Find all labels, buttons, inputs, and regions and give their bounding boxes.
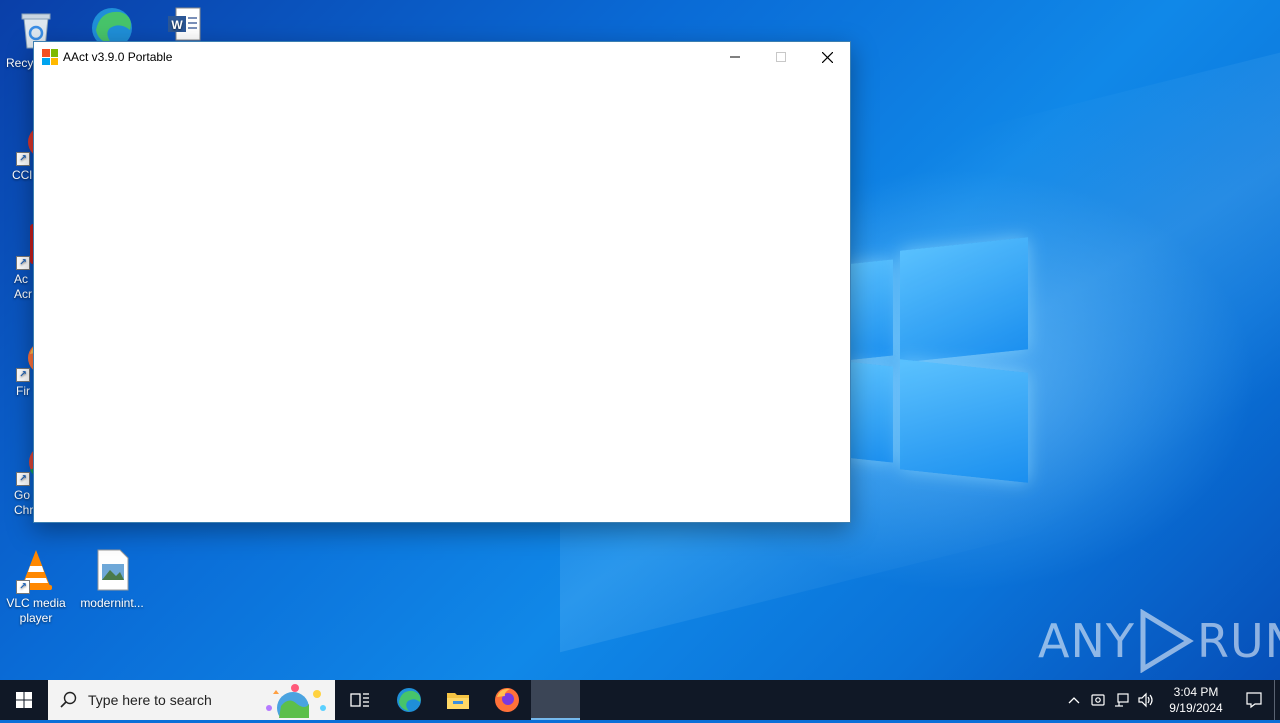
network-icon xyxy=(1115,693,1129,707)
action-center-button[interactable] xyxy=(1234,680,1274,720)
watermark-any: ANY xyxy=(1038,614,1135,668)
maximize-button[interactable] xyxy=(758,42,804,72)
start-button[interactable] xyxy=(0,680,48,720)
shortcut-arrow-icon: ↗ xyxy=(16,256,30,270)
image-file-icon xyxy=(90,548,134,592)
taskbar-edge-button[interactable] xyxy=(384,680,433,720)
taskbar: 3:04 PM 9/19/2024 xyxy=(0,680,1280,723)
wallpaper-windows-logo xyxy=(845,237,1030,483)
close-icon xyxy=(821,51,833,63)
notification-icon xyxy=(1246,692,1262,709)
aact-window[interactable]: AAct v3.9.0 Portable xyxy=(33,41,851,523)
shortcut-arrow-icon: ↗ xyxy=(16,580,30,594)
watermark-run: RUN xyxy=(1196,614,1280,668)
taskbar-search[interactable] xyxy=(48,680,335,723)
tray-volume-button[interactable] xyxy=(1134,680,1158,720)
task-view-button[interactable] xyxy=(335,680,384,720)
shortcut-arrow-icon: ↗ xyxy=(16,472,30,486)
windows-start-icon xyxy=(16,692,32,708)
taskbar-file-explorer-button[interactable] xyxy=(433,680,482,720)
window-client-area xyxy=(34,72,850,521)
desktop-icon-image-file[interactable]: modernint... xyxy=(74,548,150,611)
shortcut-arrow-icon: ↗ xyxy=(16,152,30,166)
meet-now-icon xyxy=(1091,694,1105,706)
shortcut-arrow-icon: ↗ xyxy=(16,368,30,382)
taskbar-firefox-button[interactable] xyxy=(482,680,531,720)
system-tray: 3:04 PM 9/19/2024 xyxy=(1062,680,1280,720)
folder-icon xyxy=(446,693,469,709)
window-controls xyxy=(712,42,850,72)
clock-date: 9/19/2024 xyxy=(1169,701,1223,715)
speaker-icon xyxy=(1138,692,1153,708)
minimize-button[interactable] xyxy=(712,42,758,72)
anyrun-watermark: ANY RUN xyxy=(1038,606,1280,676)
search-icon xyxy=(60,691,77,708)
chevron-up-icon xyxy=(1068,697,1080,704)
maximize-icon xyxy=(776,52,786,62)
minimize-icon xyxy=(730,56,740,58)
app-logo-icon xyxy=(42,49,58,65)
firefox-icon xyxy=(494,688,519,712)
vlc-icon: ↗ xyxy=(14,548,58,594)
tray-network-button[interactable] xyxy=(1110,680,1134,720)
window-title: AAct v3.9.0 Portable xyxy=(63,50,173,64)
desktop-icon-label: modernint... xyxy=(80,596,144,610)
taskbar-clock[interactable]: 3:04 PM 9/19/2024 xyxy=(1158,684,1234,716)
close-button[interactable] xyxy=(804,42,850,72)
window-titlebar[interactable]: AAct v3.9.0 Portable xyxy=(34,42,850,72)
edge-icon xyxy=(396,688,421,712)
show-desktop-button[interactable] xyxy=(1274,680,1280,720)
show-hidden-icons-button[interactable] xyxy=(1062,680,1086,720)
svg-text:W: W xyxy=(171,18,183,32)
play-triangle-icon xyxy=(1140,609,1194,673)
desktop-icon-vlc[interactable]: ↗ VLC media player xyxy=(0,548,74,626)
task-view-icon xyxy=(349,693,369,707)
desktop-icon-label: VLC media player xyxy=(6,596,66,625)
taskbar-aact-button[interactable] xyxy=(531,680,580,720)
search-highlight-illustration-icon xyxy=(261,682,329,723)
clock-time: 3:04 PM xyxy=(1173,685,1219,699)
search-input[interactable] xyxy=(86,691,260,709)
tray-meet-now-button[interactable] xyxy=(1086,680,1110,720)
